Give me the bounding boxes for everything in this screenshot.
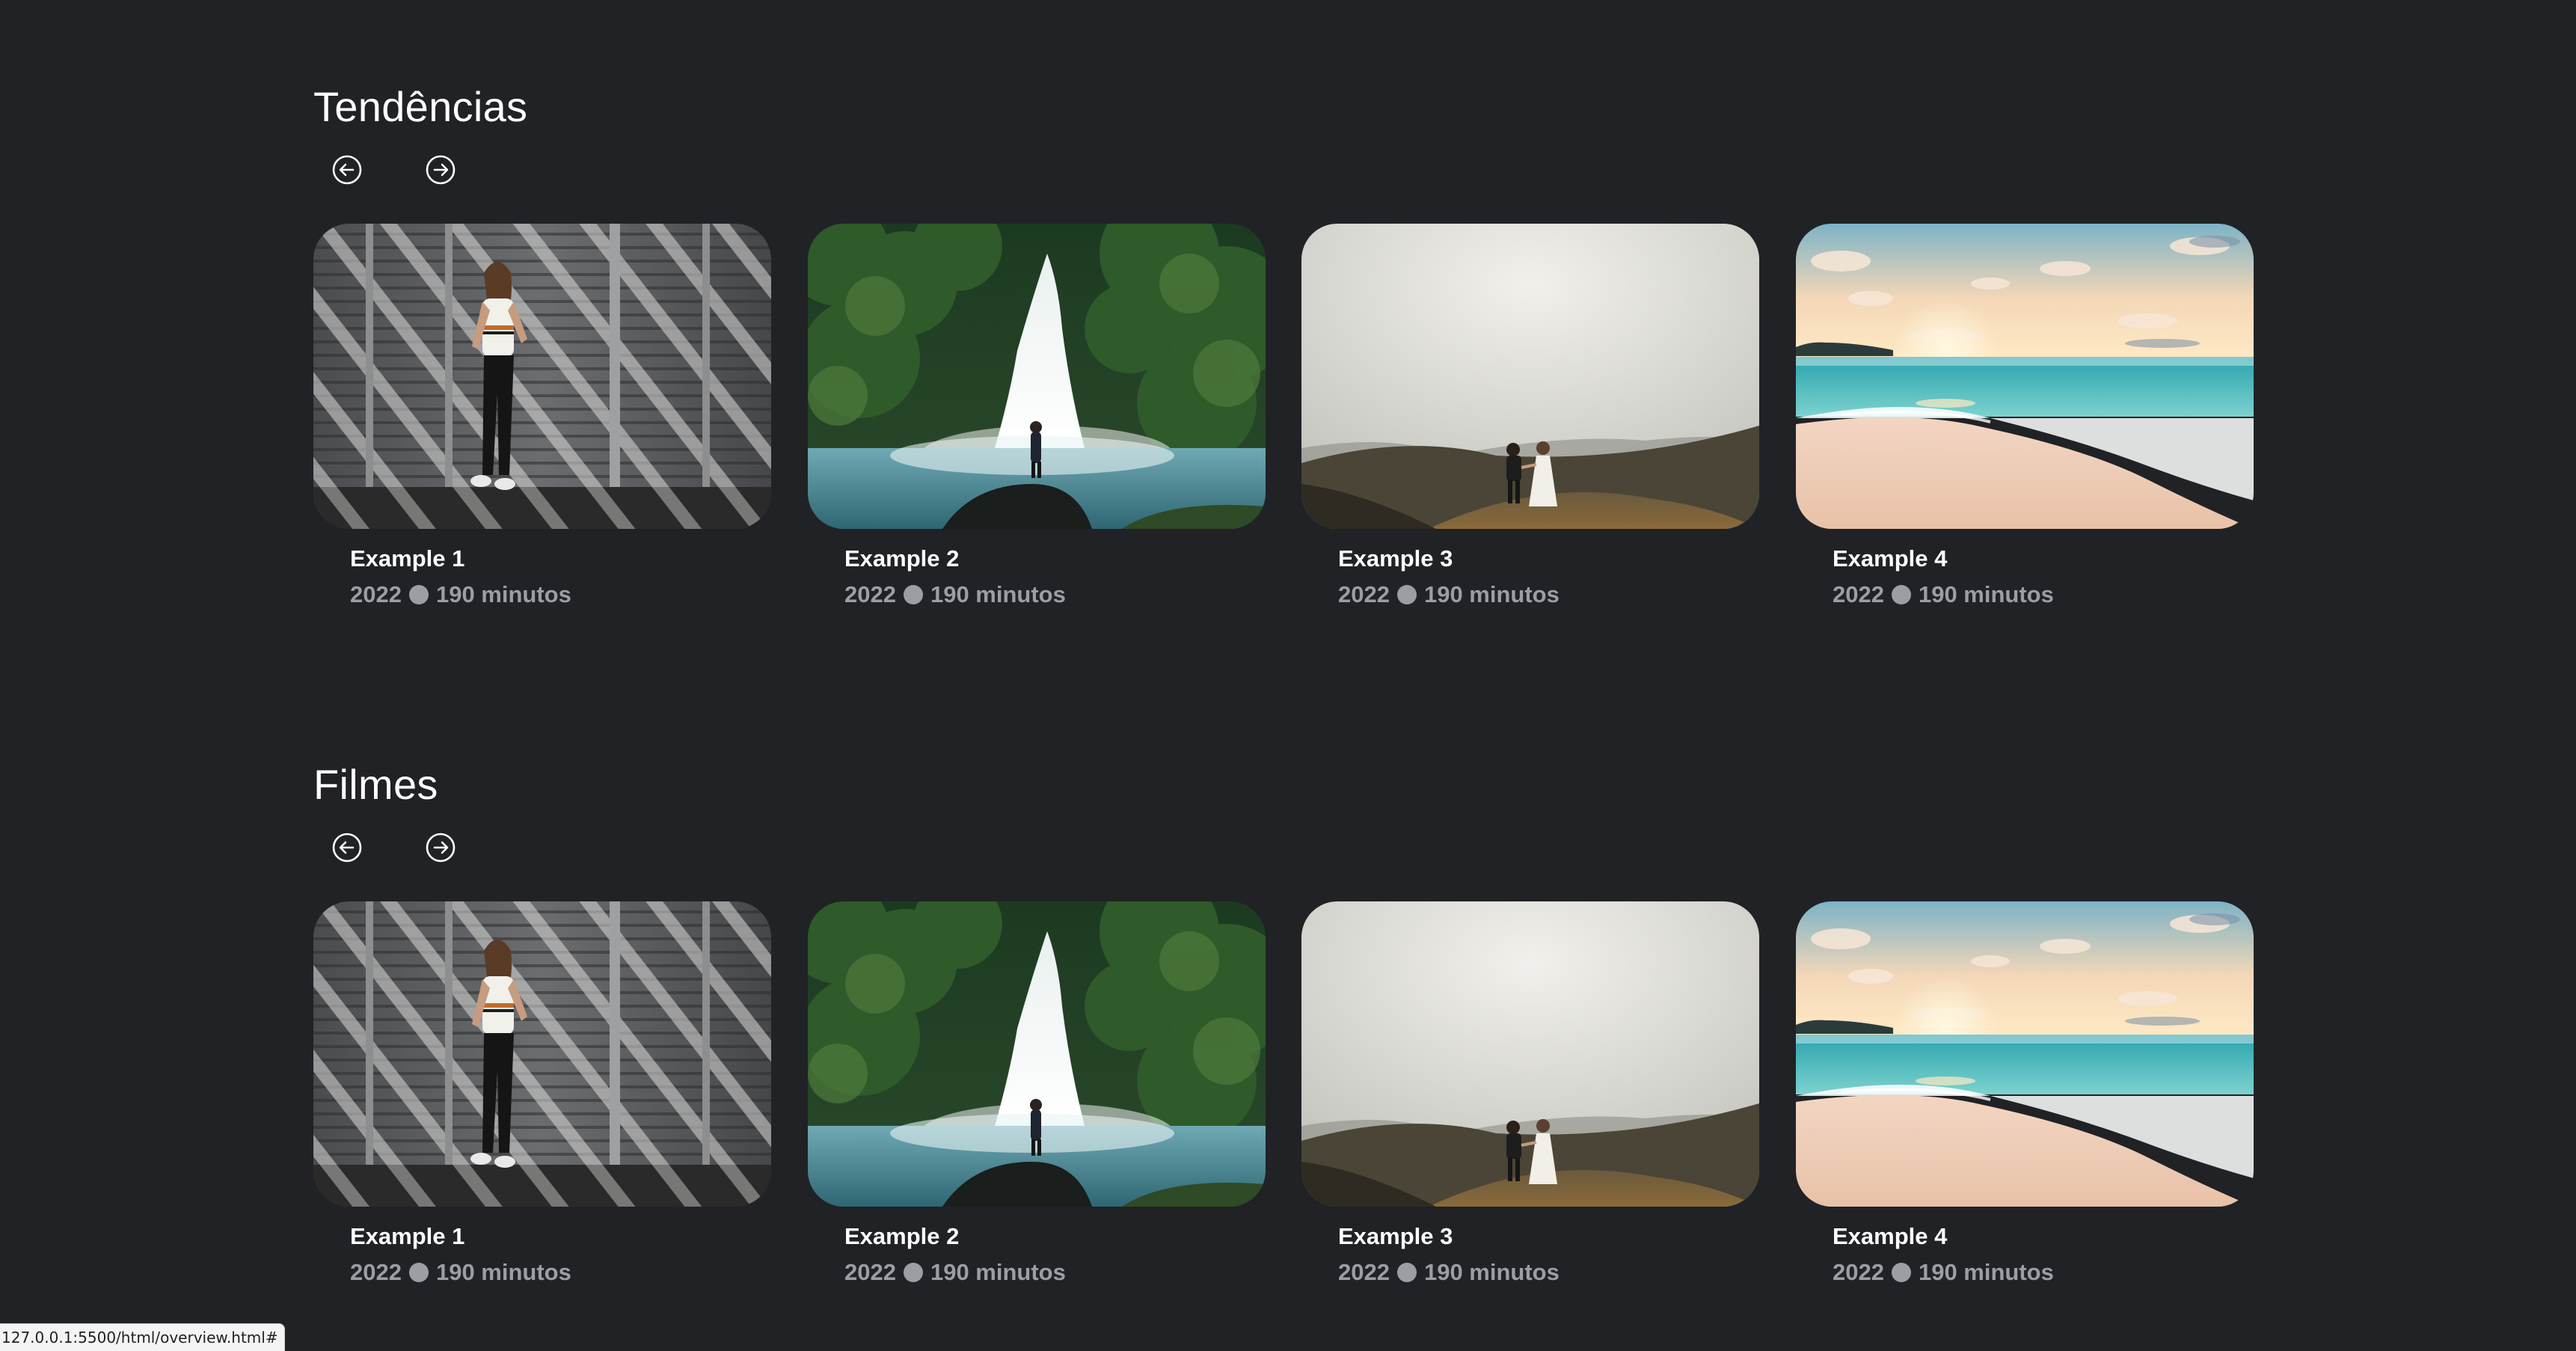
card-duration: 190 minutos xyxy=(1423,581,1560,607)
card-duration: 190 minutos xyxy=(1918,1259,2054,1285)
card-thumbnail[interactable] xyxy=(1796,901,2254,1207)
media-card[interactable]: Example 1 2022 190 minutos xyxy=(313,901,771,1285)
card-thumbnail[interactable] xyxy=(313,224,771,529)
card-year: 2022 xyxy=(350,581,402,607)
carousel-next-button[interactable] xyxy=(425,832,456,863)
card-title: Example 1 xyxy=(350,1223,465,1249)
card-year: 2022 xyxy=(1833,581,1884,607)
dot-separator-icon xyxy=(408,1263,429,1282)
media-card[interactable]: Example 3 2022 190 minutos xyxy=(1301,224,1759,607)
section-title: Filmes xyxy=(313,761,438,808)
carousel-prev-button[interactable] xyxy=(331,832,363,863)
dot-separator-icon xyxy=(408,585,429,604)
card-year: 2022 xyxy=(1338,1259,1390,1285)
section-movies: Filmes Example 1 2022 190 minutos Example… xyxy=(313,760,2258,1285)
card-meta: 2022 190 minutos xyxy=(350,581,571,608)
card-meta: 2022 190 minutos xyxy=(1833,1259,2054,1286)
section-trending: Tendências Example 1 2022 190 minutos Exa… xyxy=(313,82,2258,607)
card-title: Example 2 xyxy=(844,545,960,572)
dot-separator-icon xyxy=(1891,585,1911,604)
card-title: Example 3 xyxy=(1338,1223,1453,1249)
dot-separator-icon xyxy=(903,585,923,604)
card-meta: 2022 190 minutos xyxy=(350,1259,571,1286)
card-thumbnail[interactable] xyxy=(808,901,1266,1207)
card-meta: 2022 190 minutos xyxy=(844,581,1066,608)
card-duration: 190 minutos xyxy=(930,1259,1066,1285)
dot-separator-icon xyxy=(903,1263,923,1282)
card-thumbnail[interactable] xyxy=(808,224,1266,529)
media-card[interactable]: Example 2 2022 190 minutos xyxy=(808,901,1266,1285)
photo-woman-wall-image xyxy=(313,224,771,529)
overview-page: Tendências Example 1 2022 190 minutos Exa… xyxy=(0,0,2576,1351)
media-card[interactable]: Example 4 2022 190 minutos xyxy=(1796,224,2254,607)
media-card[interactable]: Example 3 2022 190 minutos xyxy=(1301,901,1759,1285)
card-meta: 2022 190 minutos xyxy=(844,1259,1066,1286)
card-year: 2022 xyxy=(1833,1259,1884,1285)
card-duration: 190 minutos xyxy=(435,581,571,607)
dot-separator-icon xyxy=(1396,1263,1417,1282)
card-thumbnail[interactable] xyxy=(1301,901,1759,1207)
card-title: Example 4 xyxy=(1833,1223,1948,1249)
card-title: Example 3 xyxy=(1338,545,1453,572)
arrow-right-circle-icon xyxy=(425,154,456,186)
photo-couple-hill-image xyxy=(1301,901,1759,1207)
dot-separator-icon xyxy=(1396,585,1417,604)
card-title: Example 2 xyxy=(844,1223,960,1249)
media-card[interactable]: Example 2 2022 190 minutos xyxy=(808,224,1266,607)
card-year: 2022 xyxy=(844,1259,896,1285)
photo-waterfall-image xyxy=(808,224,1266,529)
card-title: Example 1 xyxy=(350,545,465,572)
card-thumbnail[interactable] xyxy=(313,901,771,1207)
carousel-prev-button[interactable] xyxy=(331,154,363,186)
card-thumbnail[interactable] xyxy=(1796,224,2254,529)
card-duration: 190 minutos xyxy=(1423,1259,1560,1285)
carousel-next-button[interactable] xyxy=(425,154,456,186)
card-meta: 2022 190 minutos xyxy=(1338,1259,1560,1286)
arrow-right-circle-icon xyxy=(425,832,456,863)
link-status-bar: 127.0.0.1:5500/html/overview.html# xyxy=(0,1323,285,1351)
card-duration: 190 minutos xyxy=(1918,581,2054,607)
arrow-left-circle-icon xyxy=(331,832,363,863)
photo-woman-wall-image xyxy=(313,901,771,1207)
section-title: Tendências xyxy=(313,83,528,130)
photo-beach-sunset-image xyxy=(1796,901,2254,1207)
arrow-left-circle-icon xyxy=(331,154,363,186)
card-year: 2022 xyxy=(350,1259,402,1285)
card-duration: 190 minutos xyxy=(435,1259,571,1285)
photo-couple-hill-image xyxy=(1301,224,1759,529)
card-meta: 2022 190 minutos xyxy=(1833,581,2054,608)
media-card[interactable]: Example 4 2022 190 minutos xyxy=(1796,901,2254,1285)
card-year: 2022 xyxy=(1338,581,1390,607)
card-year: 2022 xyxy=(844,581,896,607)
card-title: Example 4 xyxy=(1833,545,1948,572)
photo-beach-sunset-image xyxy=(1796,224,2254,529)
card-meta: 2022 190 minutos xyxy=(1338,581,1560,608)
card-thumbnail[interactable] xyxy=(1301,224,1759,529)
card-duration: 190 minutos xyxy=(930,581,1066,607)
photo-waterfall-image xyxy=(808,901,1266,1207)
media-card[interactable]: Example 1 2022 190 minutos xyxy=(313,224,771,607)
dot-separator-icon xyxy=(1891,1263,1911,1282)
